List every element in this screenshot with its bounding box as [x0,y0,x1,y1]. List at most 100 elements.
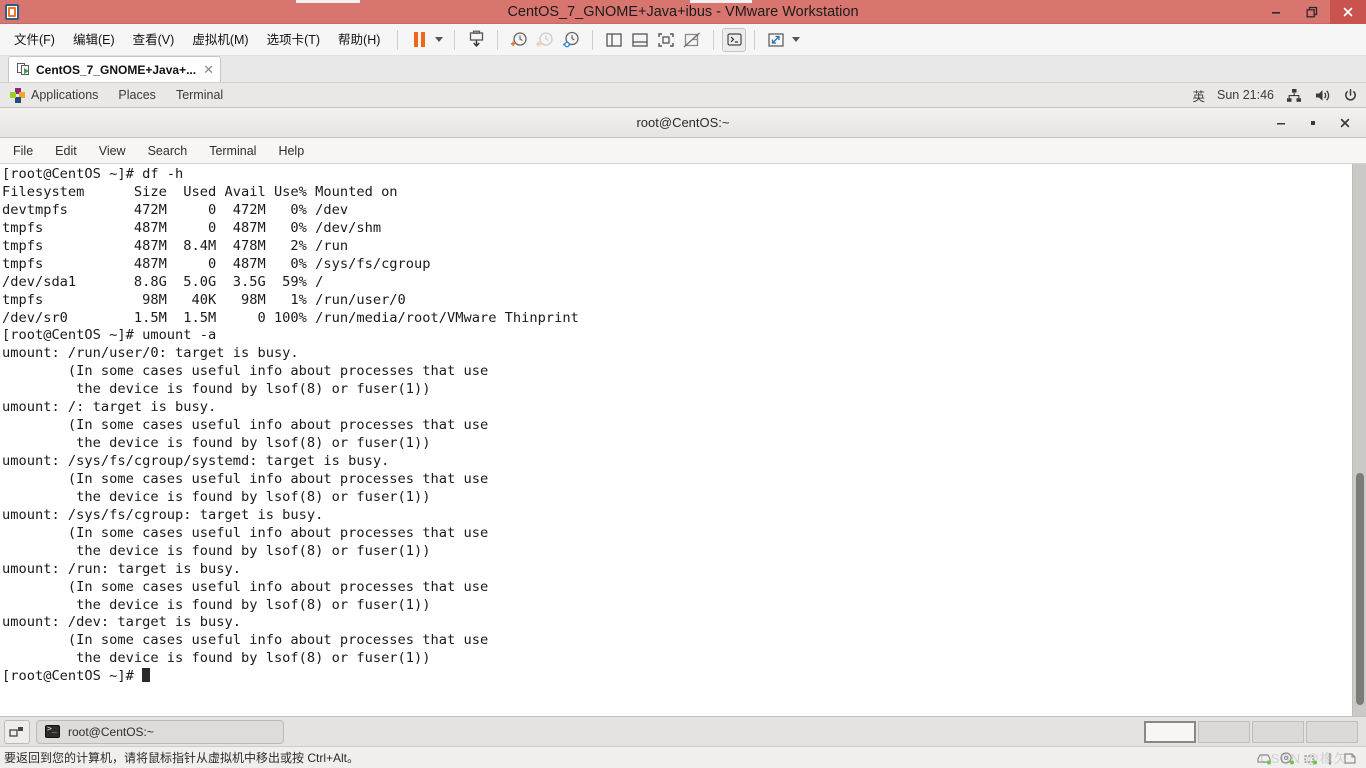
power-icon[interactable] [1343,88,1358,103]
terminal-line: umount: /sys/fs/cgroup: target is busy. [2,506,324,523]
workspace-3[interactable] [1252,720,1304,743]
terminal-menubar: File Edit View Search Terminal Help [0,138,1366,164]
snapshot-clock-button[interactable] [506,28,532,52]
terminal-line: umount: /sys/fs/cgroup/systemd: target i… [2,453,390,469]
snapshot-revert-button[interactable] [532,28,558,52]
network-device-icon[interactable] [1302,752,1318,765]
vm-tab-strip: CentOS_7_GNOME+Java+... ✕ [0,56,1366,83]
hard-disk-device-icon[interactable] [1256,752,1272,765]
snapshot-revert-icon [536,31,554,47]
cdrom-device-icon[interactable] [1279,751,1295,765]
show-thumbnail-bar-button[interactable] [627,28,653,52]
terminal-line: (In some cases useful info about process… [2,363,489,380]
show-sidebar-button[interactable] [601,28,627,52]
menu-tabs[interactable]: 选项卡(T) [258,24,329,56]
terminal-maximize-button[interactable] [1306,116,1320,130]
input-method-indicator[interactable]: 英 [1192,86,1205,105]
terminal-prompt-line: [root@CentOS ~]# [2,668,1352,686]
gnome-applications-menu[interactable]: Applications [0,83,108,108]
console-button[interactable] [722,27,747,52]
network-icon[interactable] [1286,88,1302,103]
taskbar-window-button[interactable]: root@CentOS:~ [36,719,284,744]
vmware-device-icons [1256,747,1358,768]
workspace-1[interactable] [1144,720,1196,743]
vmware-status-message: 要返回到您的计算机，请将鼠标指针从虚拟机中移出或按 Ctrl+Alt。 [4,751,360,765]
stretch-button[interactable] [763,28,789,52]
terminal-window-controls [1274,108,1362,138]
fullscreen-button[interactable] [653,28,679,52]
terminal-scrollbar[interactable] [1352,164,1366,716]
terminal-line: umount: /dev: target is busy. [2,614,241,631]
printer-device-icon[interactable] [1342,752,1358,765]
terminal-menu-help[interactable]: Help [267,138,315,164]
vmware-titlebar: CentOS_7_GNOME+Java+ibus - VMware Workst… [0,0,1366,24]
terminal-line: umount: /run: target is busy. [2,560,241,577]
vmware-restore-button[interactable] [1294,0,1330,24]
unity-button[interactable] [679,28,705,52]
stretch-dropdown[interactable] [789,28,803,52]
usb-device-icon[interactable] [1325,752,1335,765]
terminal-icon [727,33,742,46]
snapshot-take-icon [469,30,484,48]
vm-tab-centos[interactable]: CentOS_7_GNOME+Java+... ✕ [8,56,221,82]
menu-help[interactable]: 帮助(H) [329,24,389,56]
menu-file[interactable]: 文件(F) [5,24,64,56]
terminal-window-title: root@CentOS:~ [636,114,730,130]
terminal-line: the device is found by lsof(8) or fuser(… [2,381,431,398]
terminal-scrollbar-thumb[interactable] [1356,473,1364,705]
terminal-line: [root@CentOS ~]# df -h [2,166,184,182]
gnome-terminal-menu[interactable]: Terminal [166,83,233,108]
menu-edit[interactable]: 编辑(E) [64,24,124,56]
terminal-line: umount: /run/user/0: target is busy. [2,345,299,362]
volume-icon[interactable] [1314,88,1331,103]
gnome-clock[interactable]: Sun 21:46 [1217,88,1274,102]
terminal-close-button[interactable] [1338,116,1352,130]
power-dropdown[interactable] [432,28,446,52]
terminal-line: (In some cases useful info about process… [2,417,489,434]
manage-snapshots-button[interactable] [558,28,584,52]
show-desktop-button[interactable] [4,719,30,744]
terminal-minimize-button[interactable] [1274,116,1288,130]
terminal-menu-terminal[interactable]: Terminal [198,138,267,164]
gnome-terminal-window: root@CentOS:~ File Edit View Search Term… [0,108,1366,716]
gnome-status-area: 英 Sun 21:46 [1192,86,1366,105]
show-desktop-icon [9,726,23,737]
close-icon [1343,7,1353,17]
terminal-output[interactable]: [root@CentOS ~]# df -h Filesystem Size Us… [0,164,1352,716]
terminal-menu-edit[interactable]: Edit [44,138,88,164]
terminal-line: Filesystem Size Used Avail Use% Mounted … [2,183,398,200]
terminal-menu-file[interactable]: File [0,138,44,164]
terminal-line: (In some cases useful info about process… [2,632,489,649]
menu-view[interactable]: 查看(V) [124,24,184,56]
pause-icon [413,32,425,47]
workspace-4[interactable] [1306,720,1358,743]
terminal-icon [45,724,60,738]
terminal-menu-view[interactable]: View [88,138,137,164]
terminal-titlebar: root@CentOS:~ [0,108,1366,138]
titlebar-tab-stub [296,0,360,3]
unity-off-icon [683,32,701,47]
snapshot-take-button[interactable] [463,28,489,52]
vmware-minimize-button[interactable] [1258,0,1294,24]
vm-tab-close-icon[interactable]: ✕ [201,62,214,78]
vmware-statusbar: 要返回到您的计算机，请将鼠标指针从虚拟机中移出或按 Ctrl+Alt。 CSDN… [0,746,1366,768]
vmware-close-button[interactable] [1330,0,1366,24]
terminal-line: (In some cases useful info about process… [2,470,489,487]
terminal-line: the device is found by lsof(8) or fuser(… [2,488,431,505]
vmware-window-controls [1258,0,1366,24]
titlebar-tab-stub-2 [690,0,752,3]
gnome-places-menu[interactable]: Places [108,83,166,108]
close-icon [1340,118,1350,128]
workspace-2[interactable] [1198,720,1250,743]
vmware-menubar: 文件(F) 编辑(E) 查看(V) 虚拟机(M) 选项卡(T) 帮助(H) [0,24,1366,56]
terminal-line: umount: /: target is busy. [2,399,217,416]
menu-vm[interactable]: 虚拟机(M) [183,24,257,56]
suspend-button[interactable] [406,28,432,52]
panel-bottom-icon [632,32,649,47]
terminal-line: the device is found by lsof(8) or fuser(… [2,650,431,667]
vm-running-icon [17,63,31,76]
maximize-icon [1311,121,1315,125]
snapshot-settings-icon [563,31,580,47]
terminal-menu-search[interactable]: Search [137,138,199,164]
snapshot-clock-icon [511,31,528,46]
